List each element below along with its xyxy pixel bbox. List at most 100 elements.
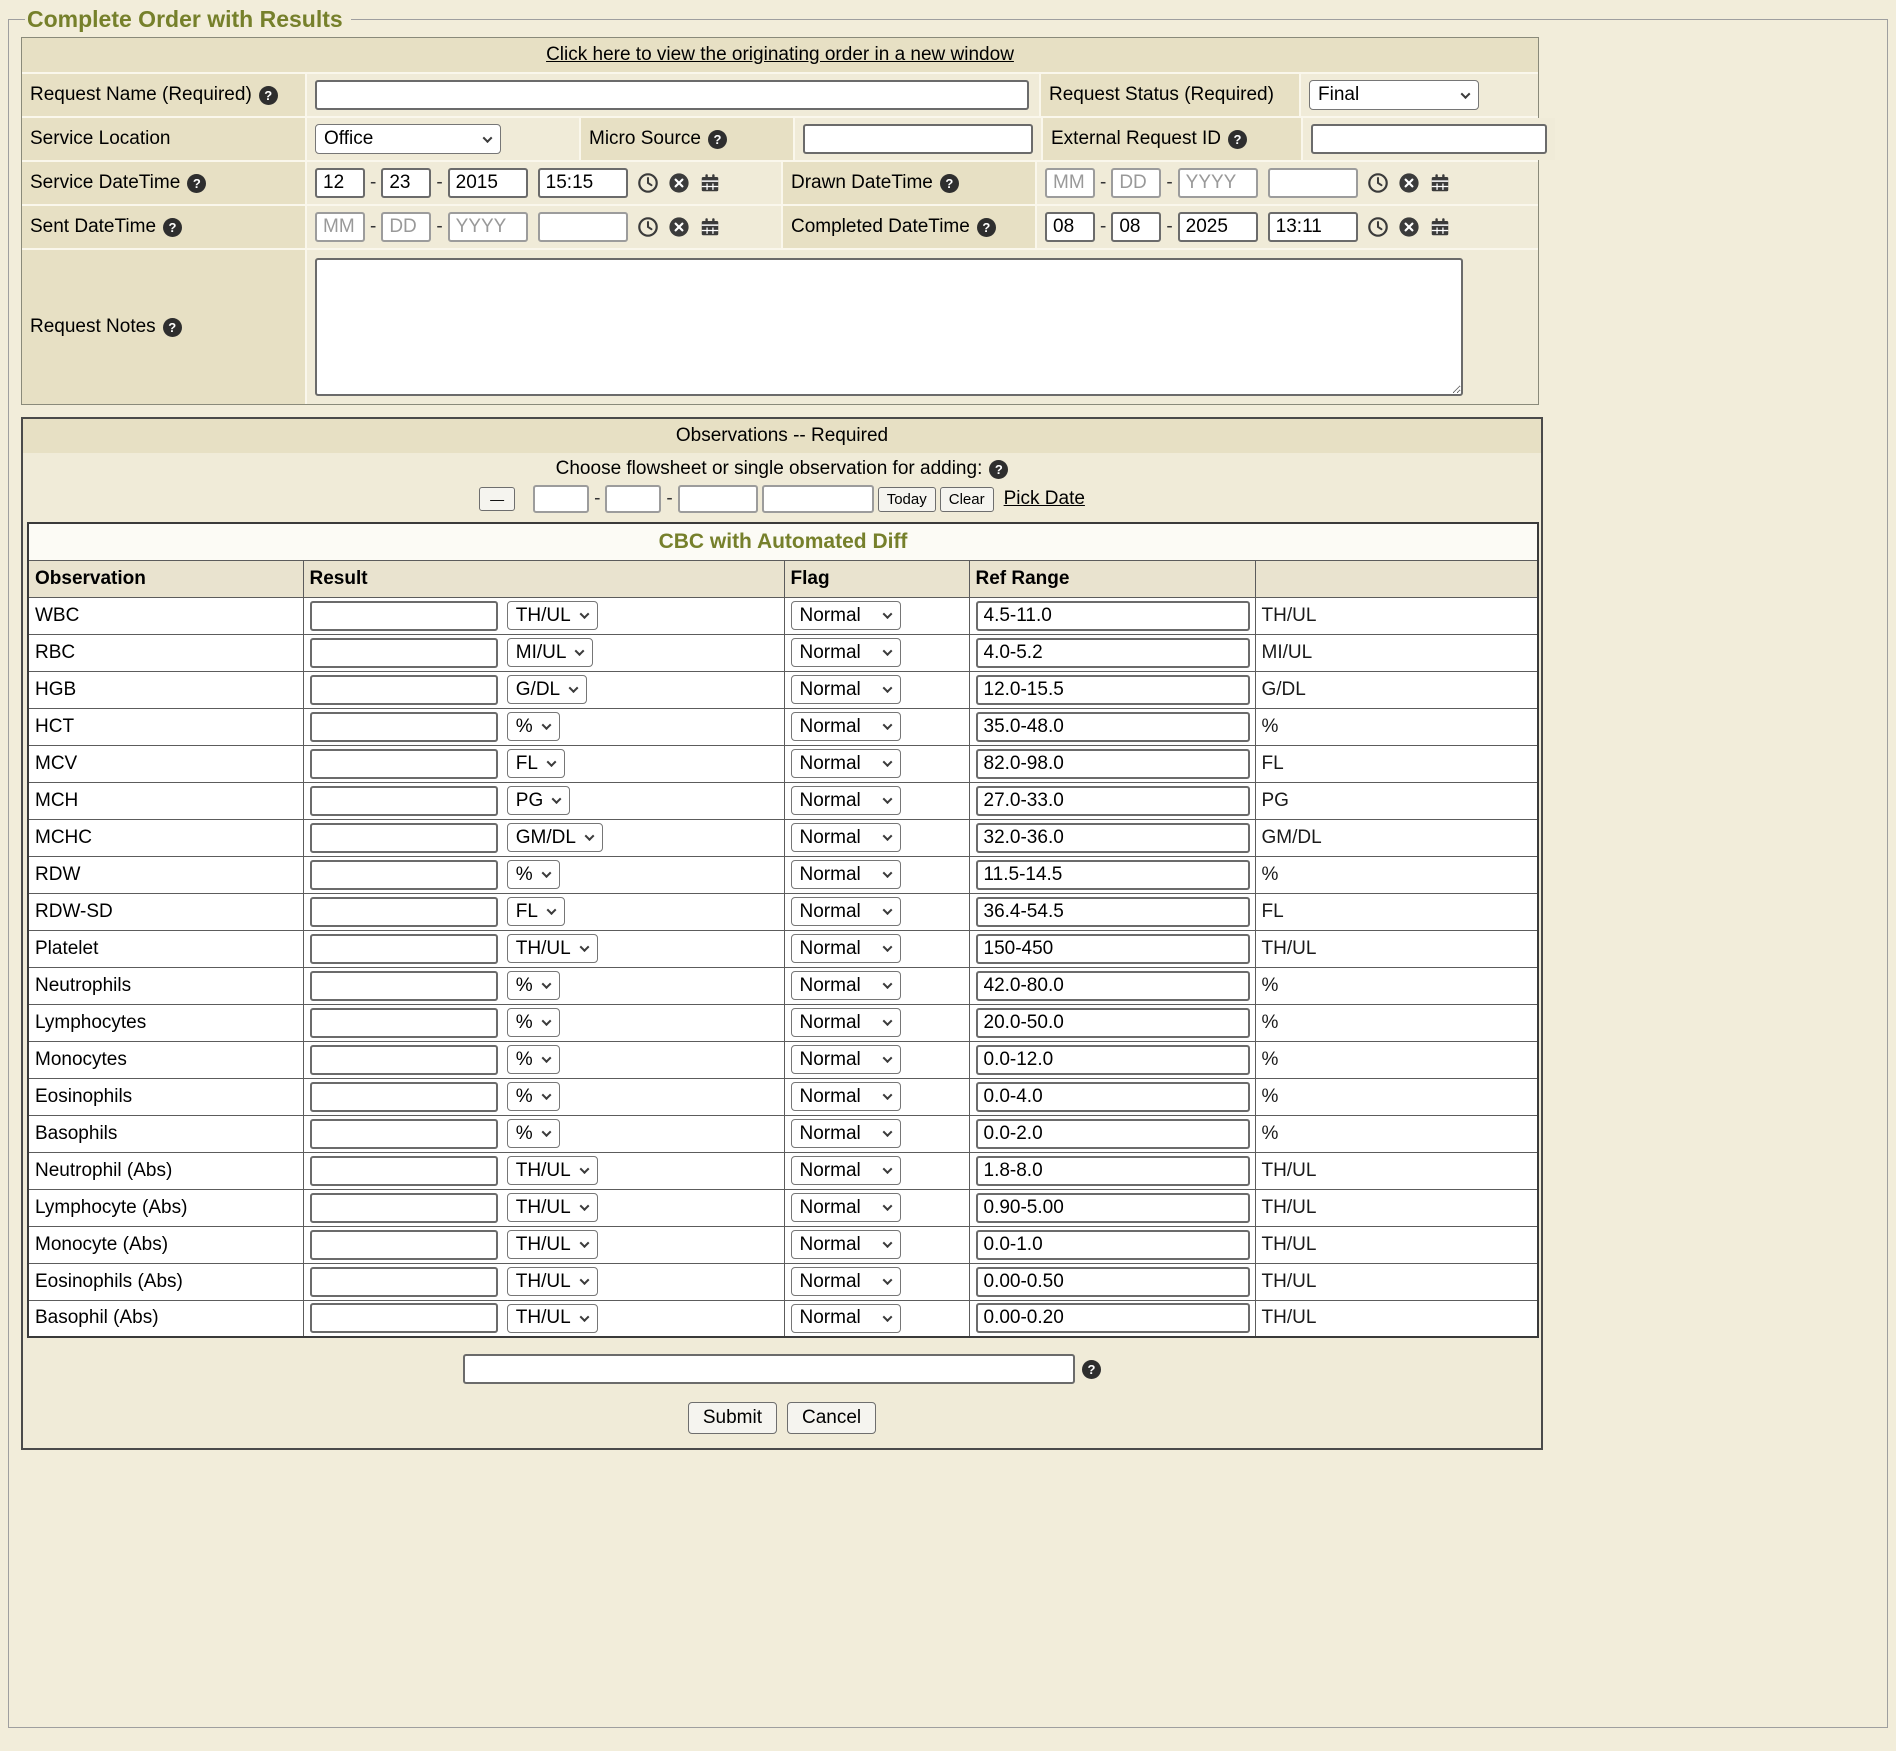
request-status-select[interactable]: Final (1309, 80, 1479, 110)
unit-select[interactable]: % (507, 1045, 560, 1074)
picker-month-input[interactable] (533, 485, 589, 513)
help-icon[interactable]: ? (163, 318, 182, 337)
flag-select[interactable]: Normal (791, 638, 901, 667)
today-button[interactable]: Today (878, 487, 936, 512)
flag-select[interactable]: Normal (791, 675, 901, 704)
ref-range-input[interactable] (976, 1156, 1250, 1186)
ref-range-input[interactable] (976, 601, 1250, 631)
result-input[interactable] (310, 601, 498, 631)
unit-select[interactable]: TH/UL (507, 1156, 598, 1185)
flag-select[interactable]: Normal (791, 1304, 901, 1333)
flag-select[interactable]: Normal (791, 601, 901, 630)
result-input[interactable] (310, 1119, 498, 1149)
clear-datetime-icon[interactable] (1398, 172, 1420, 194)
clock-icon[interactable] (1367, 172, 1389, 194)
cancel-button[interactable]: Cancel (787, 1402, 876, 1434)
service-year-input[interactable] (448, 168, 528, 198)
unit-select[interactable]: TH/UL (507, 934, 598, 963)
flag-select[interactable]: Normal (791, 823, 901, 852)
unit-select[interactable]: % (507, 1008, 560, 1037)
service-day-input[interactable] (381, 168, 431, 198)
clear-button[interactable]: Clear (940, 487, 994, 512)
ref-range-input[interactable] (976, 1230, 1250, 1260)
drawn-day-input[interactable] (1111, 168, 1161, 198)
result-input[interactable] (310, 1156, 498, 1186)
result-input[interactable] (310, 823, 498, 853)
unit-select[interactable]: TH/UL (507, 601, 598, 630)
ref-range-input[interactable] (976, 638, 1250, 668)
ref-range-input[interactable] (976, 897, 1250, 927)
clear-datetime-icon[interactable] (668, 172, 690, 194)
result-input[interactable] (310, 712, 498, 742)
flag-select[interactable]: Normal (791, 1267, 901, 1296)
completed-time-input[interactable] (1268, 212, 1358, 242)
result-input[interactable] (310, 934, 498, 964)
help-icon[interactable]: ? (977, 218, 996, 237)
result-input[interactable] (310, 786, 498, 816)
help-icon[interactable]: ? (708, 130, 727, 149)
view-originating-order-link[interactable]: Click here to view the originating order… (546, 44, 1014, 66)
ref-range-input[interactable] (976, 1193, 1250, 1223)
result-input[interactable] (310, 897, 498, 927)
result-input[interactable] (310, 675, 498, 705)
pick-date-link[interactable]: Pick Date (1004, 488, 1085, 510)
external-request-id-input[interactable] (1311, 124, 1547, 154)
request-notes-textarea[interactable] (315, 258, 1463, 396)
unit-select[interactable]: FL (507, 749, 565, 778)
ref-range-input[interactable] (976, 823, 1250, 853)
service-month-input[interactable] (315, 168, 365, 198)
submit-button[interactable]: Submit (688, 1402, 777, 1434)
help-icon[interactable]: ? (259, 86, 278, 105)
unit-select[interactable]: % (507, 712, 560, 741)
ref-range-input[interactable] (976, 860, 1250, 890)
result-input[interactable] (310, 1008, 498, 1038)
unit-select[interactable]: FL (507, 897, 565, 926)
result-input[interactable] (310, 971, 498, 1001)
sent-day-input[interactable] (381, 212, 431, 242)
result-input[interactable] (310, 860, 498, 890)
help-icon[interactable]: ? (940, 174, 959, 193)
picker-time-input[interactable] (762, 485, 874, 513)
flag-select[interactable]: Normal (791, 934, 901, 963)
ref-range-input[interactable] (976, 675, 1250, 705)
drawn-month-input[interactable] (1045, 168, 1095, 198)
unit-select[interactable]: % (507, 971, 560, 1000)
flag-select[interactable]: Normal (791, 786, 901, 815)
result-input[interactable] (310, 1303, 498, 1333)
flag-select[interactable]: Normal (791, 1156, 901, 1185)
ref-range-input[interactable] (976, 1119, 1250, 1149)
unit-select[interactable]: TH/UL (507, 1193, 598, 1222)
flag-select[interactable]: Normal (791, 860, 901, 889)
clock-icon[interactable] (1367, 216, 1389, 238)
clock-icon[interactable] (637, 172, 659, 194)
result-input[interactable] (310, 1230, 498, 1260)
help-icon[interactable]: ? (1228, 130, 1247, 149)
result-input[interactable] (310, 1267, 498, 1297)
unit-select[interactable]: % (507, 1082, 560, 1111)
picker-year-input[interactable] (678, 485, 758, 513)
request-name-input[interactable] (315, 80, 1029, 110)
unit-select[interactable]: G/DL (507, 675, 587, 704)
clear-datetime-icon[interactable] (668, 216, 690, 238)
unit-select[interactable]: % (507, 1119, 560, 1148)
calendar-icon[interactable] (699, 172, 721, 194)
ref-range-input[interactable] (976, 934, 1250, 964)
unit-select[interactable]: PG (507, 786, 570, 815)
flag-select[interactable]: Normal (791, 971, 901, 1000)
ref-range-input[interactable] (976, 786, 1250, 816)
flag-select[interactable]: Normal (791, 897, 901, 926)
flag-select[interactable]: Normal (791, 1045, 901, 1074)
result-input[interactable] (310, 749, 498, 779)
result-input[interactable] (310, 1045, 498, 1075)
ref-range-input[interactable] (976, 1008, 1250, 1038)
footer-text-input[interactable] (463, 1354, 1075, 1384)
flag-select[interactable]: Normal (791, 712, 901, 741)
clear-datetime-icon[interactable] (1398, 216, 1420, 238)
service-time-input[interactable] (538, 168, 628, 198)
ref-range-input[interactable] (976, 1045, 1250, 1075)
unit-select[interactable]: TH/UL (507, 1267, 598, 1296)
result-input[interactable] (310, 1082, 498, 1112)
unit-select[interactable]: MI/UL (507, 638, 594, 667)
calendar-icon[interactable] (699, 216, 721, 238)
ref-range-input[interactable] (976, 749, 1250, 779)
